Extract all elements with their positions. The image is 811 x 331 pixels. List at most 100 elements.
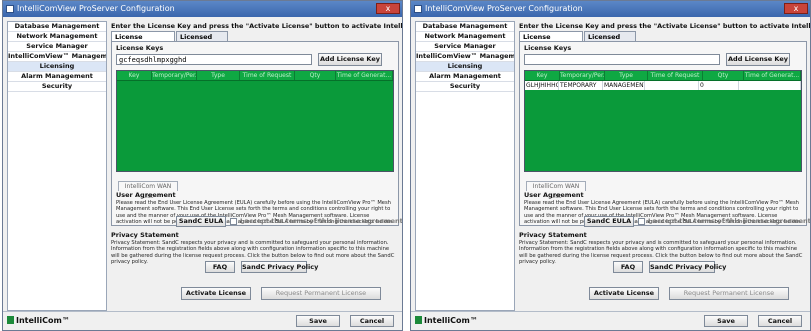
close-button[interactable]: x bbox=[784, 3, 808, 14]
faq-button[interactable]: FAQ bbox=[205, 261, 235, 273]
accept-terms-label: I accept the terms of this license agree… bbox=[648, 217, 811, 225]
window-titlebar[interactable]: IntelliComView ProServer Configuration x bbox=[411, 1, 810, 17]
sidebar-item-network-management[interactable]: Network Management bbox=[416, 32, 514, 42]
accept-terms-label: I accept the terms of this license agree… bbox=[240, 217, 403, 225]
cancel-button[interactable]: Cancel bbox=[350, 315, 394, 327]
column-header[interactable]: Time of Generat... bbox=[336, 71, 393, 80]
logo-mark-icon bbox=[7, 316, 14, 324]
sidebar-item-alarm-management[interactable]: Alarm Management bbox=[8, 72, 106, 82]
save-button[interactable]: Save bbox=[296, 315, 340, 327]
eula-button[interactable]: SandC EULA bbox=[584, 216, 634, 227]
request-permanent-license-button[interactable]: Request Permanent License bbox=[669, 287, 789, 300]
instruction-text: Enter the License Key and press the "Act… bbox=[519, 22, 811, 30]
logo-mark-icon bbox=[415, 316, 422, 324]
column-header[interactable]: Qty bbox=[703, 71, 744, 80]
window-footer: IntelliCom™ Save Cancel bbox=[411, 311, 810, 330]
sidebar-nav: Database Management Network Management Ser… bbox=[415, 21, 515, 311]
tab-wan-list[interactable]: IntelliCom WAN List bbox=[118, 181, 178, 200]
save-button[interactable]: Save bbox=[704, 315, 748, 327]
column-header[interactable]: Type bbox=[197, 71, 240, 80]
table-cell: MANAGEMENT bbox=[604, 81, 645, 90]
tab-wan-list[interactable]: IntelliCom WAN List bbox=[526, 181, 586, 200]
user-agreement-label: User Agreement bbox=[524, 191, 584, 199]
license-panel: License Keys gcfeqsdhlmpxgghd Add Licens… bbox=[111, 41, 402, 227]
privacy-policy-button[interactable]: SandC Privacy Policy bbox=[241, 261, 318, 273]
license-key-input[interactable] bbox=[524, 54, 720, 65]
tab-licensed-to[interactable]: Licensed To.. bbox=[176, 31, 228, 51]
table-cell: TEMPORARY bbox=[559, 81, 603, 90]
sidebar-item-security[interactable]: Security bbox=[8, 82, 106, 92]
app-icon bbox=[414, 5, 422, 13]
table-row[interactable]: GLHJHIHHGCF...TEMPORARYMANAGEMENT 0 bbox=[525, 81, 801, 90]
app-icon bbox=[6, 5, 14, 13]
license-panel: License Keys Add License Key Key Temporar… bbox=[519, 41, 810, 227]
table-header: Key Temporary/Per... Type Time of Request Qt… bbox=[117, 71, 393, 81]
instruction-text: Enter the License Key and press the "Act… bbox=[111, 22, 403, 30]
window-titlebar[interactable]: IntelliComView ProServer Configuration x bbox=[3, 1, 402, 17]
table-cell: GLHJHIHHGCF... bbox=[525, 81, 559, 90]
add-license-key-button[interactable]: Add License Key bbox=[318, 53, 382, 66]
tab-bar: License Information.. Licensed To.. bbox=[519, 31, 807, 51]
sidebar-item-database-management[interactable]: Database Management bbox=[416, 22, 514, 32]
column-header[interactable]: Type bbox=[605, 71, 648, 80]
tab-license-information[interactable]: License Information.. bbox=[519, 31, 583, 51]
request-permanent-license-button[interactable]: Request Permanent License bbox=[261, 287, 381, 300]
column-header[interactable]: Time of Request bbox=[240, 71, 295, 80]
config-window-left: IntelliComView ProServer Configuration x… bbox=[2, 0, 403, 331]
license-keys-label: License Keys bbox=[524, 44, 572, 52]
window-title: IntelliComView ProServer Configuration bbox=[425, 4, 583, 13]
window-title: IntelliComView ProServer Configuration bbox=[17, 4, 175, 13]
tab-license-information[interactable]: License Information.. bbox=[111, 31, 175, 51]
column-header[interactable]: Qty bbox=[295, 71, 336, 80]
logo-text: IntelliCom™ bbox=[424, 316, 478, 325]
column-header[interactable]: Temporary/Per... bbox=[560, 71, 605, 80]
close-button[interactable]: x bbox=[376, 3, 400, 14]
add-license-key-button[interactable]: Add License Key bbox=[726, 53, 790, 66]
intellicom-logo: IntelliCom™ bbox=[415, 316, 478, 325]
faq-button[interactable]: FAQ bbox=[613, 261, 643, 273]
activate-license-button[interactable]: Activate License bbox=[181, 287, 251, 300]
cancel-button[interactable]: Cancel bbox=[758, 315, 802, 327]
table-body: GLHJHIHHGCF...TEMPORARYMANAGEMENT 0 bbox=[525, 81, 801, 90]
accept-terms-checkbox[interactable] bbox=[230, 218, 237, 225]
accept-terms-checkbox[interactable] bbox=[638, 218, 645, 225]
sidebar-item-alarm-management[interactable]: Alarm Management bbox=[416, 72, 514, 82]
sidebar-item-licensing[interactable]: Licensing bbox=[416, 62, 514, 72]
privacy-policy-button[interactable]: SandC Privacy Policy bbox=[649, 261, 726, 273]
privacy-label: Privacy Statement bbox=[111, 231, 179, 239]
column-header[interactable]: Key bbox=[117, 71, 152, 80]
license-key-input[interactable]: gcfeqsdhlmpxgghd bbox=[116, 54, 312, 65]
column-header[interactable]: Time of Generat... bbox=[744, 71, 801, 80]
sidebar-item-service-manager[interactable]: Service Manager bbox=[416, 42, 514, 52]
column-header[interactable]: Time of Request bbox=[648, 71, 703, 80]
config-window-right: IntelliComView ProServer Configuration x… bbox=[410, 0, 811, 331]
main-content: Enter the License Key and press the "Act… bbox=[111, 21, 403, 311]
column-header[interactable]: Temporary/Per... bbox=[152, 71, 197, 80]
table-cell: 0 bbox=[699, 81, 739, 90]
privacy-section: Privacy Statement Privacy Statement: San… bbox=[111, 231, 399, 283]
sidebar-item-security[interactable]: Security bbox=[416, 82, 514, 92]
privacy-section: Privacy Statement Privacy Statement: San… bbox=[519, 231, 807, 283]
window-footer: IntelliCom™ Save Cancel bbox=[3, 311, 402, 330]
privacy-label: Privacy Statement bbox=[519, 231, 587, 239]
column-header[interactable]: Key bbox=[525, 71, 560, 80]
tab-bar: License Information.. Licensed To.. bbox=[111, 31, 399, 51]
sidebar-nav: Database Management Network Management Ser… bbox=[7, 21, 107, 311]
main-content: Enter the License Key and press the "Act… bbox=[519, 21, 811, 311]
sidebar-item-service-manager[interactable]: Service Manager bbox=[8, 42, 106, 52]
intellicom-logo: IntelliCom™ bbox=[7, 316, 70, 325]
sidebar-item-network-management[interactable]: Network Management bbox=[8, 32, 106, 42]
table-cell bbox=[739, 81, 801, 90]
activate-license-button[interactable]: Activate License bbox=[589, 287, 659, 300]
eula-button[interactable]: SandC EULA bbox=[176, 216, 226, 227]
sidebar-item-licensing[interactable]: Licensing bbox=[8, 62, 106, 72]
table-header: Key Temporary/Per... Type Time of Request Qt… bbox=[525, 71, 801, 81]
sidebar-item-database-management[interactable]: Database Management bbox=[8, 22, 106, 32]
license-keys-label: License Keys bbox=[116, 44, 164, 52]
sidebar-item-intellicomview-management[interactable]: IntelliComView™ Management bbox=[416, 52, 514, 62]
sidebar-item-intellicomview-management[interactable]: IntelliComView™ Management bbox=[8, 52, 106, 62]
table-cell bbox=[645, 81, 699, 90]
user-agreement-label: User Agreement bbox=[116, 191, 176, 199]
license-table: Key Temporary/Per... Type Time of Request Qt… bbox=[524, 70, 802, 172]
tab-licensed-to[interactable]: Licensed To.. bbox=[584, 31, 636, 51]
